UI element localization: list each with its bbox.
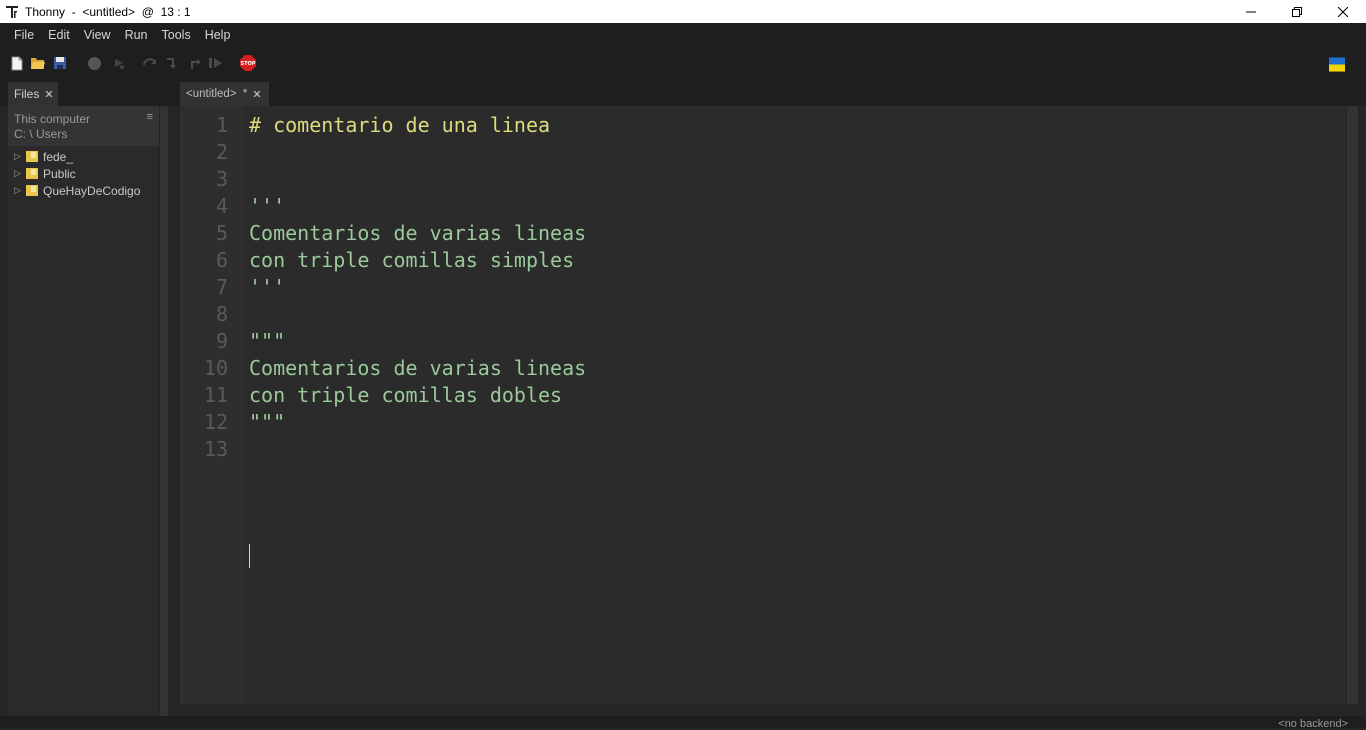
line-number: 1 (215, 113, 228, 137)
code-line[interactable]: ''' (249, 193, 285, 220)
line-number: 9 (215, 329, 228, 353)
new-file-button[interactable] (9, 55, 25, 71)
stop-button[interactable]: STOP (240, 55, 256, 71)
ukraine-flag-icon[interactable] (1329, 56, 1345, 72)
user-folder-icon (26, 185, 38, 196)
toolbar: STOP (0, 48, 1366, 79)
open-folder-icon (31, 58, 45, 69)
menu-tools[interactable]: Tools (155, 23, 198, 48)
menu-bar: File Edit View Run Tools Help (0, 23, 1366, 48)
close-icon[interactable]: ✕ (44, 88, 53, 101)
code-line[interactable]: """ (249, 409, 285, 436)
restore-icon (1292, 6, 1302, 17)
tab-files[interactable]: Files ✕ (8, 82, 58, 106)
location-computer[interactable]: This computer (14, 112, 90, 126)
expand-triangle-icon[interactable]: ▷ (14, 185, 24, 196)
save-icon (54, 57, 66, 69)
code-line[interactable]: con triple comillas simples (249, 247, 574, 274)
minimize-icon (1246, 11, 1256, 12)
line-number: 13 (203, 437, 228, 461)
expand-triangle-icon[interactable]: ▷ (14, 168, 24, 179)
line-number: 8 (215, 302, 228, 326)
menu-view[interactable]: View (77, 23, 118, 48)
code-line[interactable]: con triple comillas dobles (249, 382, 562, 409)
line-number: 4 (215, 194, 228, 218)
code-line[interactable]: ''' (249, 274, 285, 301)
step-into-icon (167, 58, 176, 69)
code-line[interactable]: # comentario de una linea (249, 112, 550, 139)
code-line[interactable]: Comentarios de varias lineas (249, 220, 586, 247)
resume-button[interactable] (208, 55, 224, 71)
step-out-icon (191, 59, 201, 69)
window-title: Thonny - <untitled> @ 13 : 1 (25, 4, 191, 19)
line-number: 11 (203, 383, 228, 407)
step-over-icon (143, 58, 156, 66)
code-editor[interactable]: 1 2 3 4 5 6 7 8 9 10 11 12 13 # comentario de una li… (180, 106, 1346, 704)
line-number: 7 (215, 275, 228, 299)
line-number-gutter: 1 2 3 4 5 6 7 8 9 10 11 12 13 (180, 106, 244, 704)
title-bar: Thonny - <untitled> @ 13 : 1 (0, 0, 1366, 23)
text-cursor (249, 544, 250, 568)
menu-edit[interactable]: Edit (41, 23, 77, 48)
thonny-logo-icon (4, 4, 20, 20)
step-into-button[interactable] (165, 55, 181, 71)
list-item[interactable]: ▷ fede_ (8, 148, 159, 165)
step-out-button[interactable] (188, 55, 204, 71)
file-label: fede_ (43, 149, 74, 164)
user-folder-icon (26, 151, 38, 162)
file-label: Public (43, 166, 76, 181)
restore-button[interactable] (1274, 0, 1320, 23)
line-number: 10 (203, 356, 228, 380)
window-controls (1228, 0, 1366, 23)
expand-triangle-icon[interactable]: ▷ (14, 151, 24, 162)
location-path[interactable]: C: \ Users (14, 127, 67, 141)
menu-file[interactable]: File (7, 23, 41, 48)
close-window-button[interactable] (1320, 0, 1366, 23)
editor-tab-bar: <untitled> * ✕ (172, 79, 1366, 106)
line-number: 3 (215, 167, 228, 191)
status-bar: <no backend> (0, 716, 1366, 730)
tab-files-label: Files (14, 87, 40, 101)
list-item[interactable]: ▷ Public (8, 165, 159, 182)
tab-untitled[interactable]: <untitled> * ✕ (180, 82, 269, 106)
line-number: 12 (203, 410, 228, 434)
minimize-button[interactable] (1228, 0, 1274, 23)
user-folder-icon (26, 168, 38, 179)
tab-untitled-label: <untitled> * (186, 88, 248, 100)
new-file-icon (11, 56, 23, 70)
line-number: 5 (215, 221, 228, 245)
files-panel: This computer C: \ Users ≡ ▷ fede_ ▷ Pub… (8, 106, 159, 716)
editor-scrollbar[interactable] (1347, 106, 1358, 704)
menu-help[interactable]: Help (198, 23, 238, 48)
files-tab-bar: Files ✕ (0, 79, 172, 106)
open-file-button[interactable] (30, 55, 46, 71)
menu-run[interactable]: Run (118, 23, 155, 48)
line-number: 2 (215, 140, 228, 164)
files-scrollbar[interactable] (160, 106, 168, 716)
backend-status[interactable]: <no backend> (1278, 718, 1348, 730)
close-icon[interactable]: ✕ (252, 88, 261, 101)
code-line[interactable]: """ (249, 328, 285, 355)
run-icon (87, 56, 101, 70)
step-over-button[interactable] (142, 55, 158, 71)
svg-text:STOP: STOP (241, 61, 256, 67)
run-button[interactable] (86, 55, 102, 71)
list-item[interactable]: ▷ QueHayDeCodigo (8, 182, 159, 199)
code-line[interactable]: Comentarios de varias lineas (249, 355, 586, 382)
files-location-header: This computer C: \ Users ≡ (8, 106, 159, 146)
save-file-button[interactable] (52, 55, 68, 71)
resume-icon (209, 58, 222, 68)
close-icon (1338, 6, 1348, 17)
stop-icon: STOP (240, 55, 256, 71)
debug-icon (115, 59, 124, 69)
file-label: QueHayDeCodigo (43, 183, 141, 198)
line-number: 6 (215, 248, 228, 272)
debug-button[interactable] (111, 55, 127, 71)
hamburger-menu-icon[interactable]: ≡ (147, 111, 153, 123)
